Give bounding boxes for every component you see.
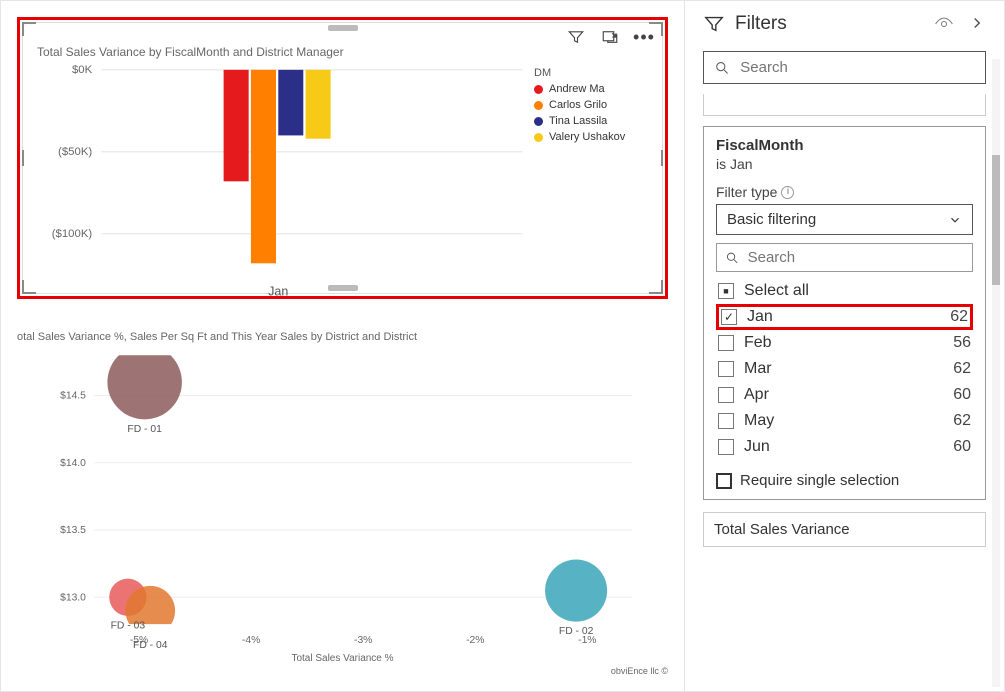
resize-handle[interactable] bbox=[661, 150, 663, 166]
legend-swatch bbox=[534, 101, 543, 110]
scatter-chart-visual[interactable]: otal Sales Variance %, Sales Per Sq Ft a… bbox=[17, 331, 668, 676]
filter-item-label: May bbox=[744, 412, 774, 430]
filter-item[interactable]: Jan 62 bbox=[716, 304, 973, 330]
checkbox-icon[interactable] bbox=[718, 335, 734, 351]
resize-handle[interactable] bbox=[328, 25, 358, 31]
resize-handle[interactable] bbox=[22, 150, 24, 166]
filter-item[interactable]: Mar 62 bbox=[716, 356, 973, 382]
search-icon bbox=[714, 59, 730, 77]
search-icon bbox=[725, 250, 740, 266]
filter-item-count: 62 bbox=[953, 412, 971, 430]
filter-item-count: 60 bbox=[953, 386, 971, 404]
checkbox-icon[interactable] bbox=[718, 413, 734, 429]
collapse-pane-icon[interactable] bbox=[968, 14, 986, 34]
svg-text:$0K: $0K bbox=[72, 64, 93, 76]
legend-item[interactable]: Carlos Grilo bbox=[534, 99, 652, 111]
checkbox-mixed-icon[interactable] bbox=[718, 283, 734, 299]
scatter-footer: obviEnce llc © bbox=[17, 666, 668, 676]
resize-handle[interactable] bbox=[649, 280, 663, 294]
visibility-icon[interactable] bbox=[934, 14, 954, 34]
filter-item[interactable]: Jun 60 bbox=[716, 434, 973, 460]
filter-item-select-all[interactable]: Select all bbox=[716, 278, 973, 304]
filter-card-total-sales-variance[interactable]: Total Sales Variance bbox=[703, 512, 986, 547]
svg-text:($100K): ($100K) bbox=[52, 228, 93, 240]
legend-label: Carlos Grilo bbox=[549, 99, 607, 111]
legend-label: Valery Ushakov bbox=[549, 131, 625, 143]
select-all-label: Select all bbox=[744, 282, 809, 300]
filter-card-search[interactable] bbox=[716, 243, 973, 272]
scatter-chart-plot: $13.0$13.5$14.0$14.5-5%-4%-3%-2%-1%FD - … bbox=[17, 349, 668, 649]
filters-search[interactable] bbox=[703, 51, 986, 84]
filter-item-label: Mar bbox=[744, 360, 772, 378]
svg-text:Jan: Jan bbox=[268, 284, 288, 298]
filter-item-count: 62 bbox=[950, 308, 968, 326]
filter-item[interactable]: May 62 bbox=[716, 408, 973, 434]
filter-item-label: Apr bbox=[744, 386, 769, 404]
chart-title: Total Sales Variance by FiscalMonth and … bbox=[37, 45, 652, 59]
svg-text:-4%: -4% bbox=[242, 635, 260, 646]
bar-chart-plot: $0K ($50K) ($100K) Jan bbox=[33, 63, 534, 302]
legend-label: Tina Lassila bbox=[549, 115, 607, 127]
require-single-selection[interactable]: Require single selection bbox=[716, 472, 973, 489]
filter-card-title: FiscalMonth bbox=[716, 137, 973, 154]
filter-item-count: 56 bbox=[953, 334, 971, 352]
legend-item[interactable]: Andrew Ma bbox=[534, 83, 652, 95]
filter-item-label: Jan bbox=[747, 308, 773, 326]
bar-chart-visual[interactable]: ••• Total Sales Variance by FiscalMonth … bbox=[17, 17, 668, 299]
filter-card-summary: is Jan bbox=[716, 156, 973, 172]
filter-item-count: 60 bbox=[953, 438, 971, 456]
filter-card-fiscalmonth: FiscalMonth is Jan Filter type i Basic f… bbox=[703, 126, 986, 500]
resize-handle[interactable] bbox=[22, 22, 36, 36]
filter-item-label: Feb bbox=[744, 334, 772, 352]
svg-text:-3%: -3% bbox=[354, 635, 372, 646]
filter-item[interactable]: Apr 60 bbox=[716, 382, 973, 408]
checkbox-icon[interactable] bbox=[718, 387, 734, 403]
filter-type-select[interactable]: Basic filtering bbox=[716, 204, 973, 235]
scrollbar-track[interactable] bbox=[992, 59, 1000, 687]
filter-type-label: Filter type bbox=[716, 184, 777, 200]
scatter-title: otal Sales Variance %, Sales Per Sq Ft a… bbox=[17, 331, 668, 343]
svg-text:$14.0: $14.0 bbox=[60, 458, 86, 469]
scrollbar-thumb[interactable] bbox=[992, 155, 1000, 285]
svg-text:$13.5: $13.5 bbox=[60, 525, 86, 536]
filter-icon bbox=[703, 13, 725, 35]
legend-swatch bbox=[534, 117, 543, 126]
scatter-xlabel: Total Sales Variance % bbox=[17, 653, 668, 664]
svg-text:$14.5: $14.5 bbox=[60, 391, 86, 402]
svg-text:FD - 03: FD - 03 bbox=[111, 620, 146, 631]
svg-text:FD - 01: FD - 01 bbox=[127, 424, 162, 435]
svg-text:($50K): ($50K) bbox=[58, 146, 92, 158]
filter-card-collapsed[interactable] bbox=[703, 94, 986, 116]
legend-item[interactable]: Valery Ushakov bbox=[534, 131, 652, 143]
filter-card-title: Total Sales Variance bbox=[714, 521, 850, 538]
svg-text:FD - 04: FD - 04 bbox=[133, 640, 168, 649]
filter-item-count: 62 bbox=[953, 360, 971, 378]
chevron-down-icon bbox=[948, 213, 962, 227]
checkbox-icon[interactable] bbox=[718, 439, 734, 455]
more-options-icon[interactable]: ••• bbox=[632, 25, 656, 49]
filter-card-search-input[interactable] bbox=[746, 248, 964, 267]
filters-pane-title: Filters bbox=[735, 13, 787, 35]
info-icon[interactable]: i bbox=[781, 186, 794, 199]
legend-title: DM bbox=[534, 67, 652, 79]
filter-type-value: Basic filtering bbox=[727, 211, 816, 228]
checkbox-icon[interactable] bbox=[716, 473, 732, 489]
filter-item-label: Jun bbox=[744, 438, 770, 456]
svg-text:-2%: -2% bbox=[466, 635, 484, 646]
filter-item[interactable]: Feb 56 bbox=[716, 330, 973, 356]
legend-label: Andrew Ma bbox=[549, 83, 605, 95]
filters-search-input[interactable] bbox=[738, 58, 975, 77]
focus-mode-icon[interactable] bbox=[598, 25, 622, 49]
svg-text:FD - 02: FD - 02 bbox=[559, 626, 594, 637]
checkbox-icon[interactable] bbox=[718, 361, 734, 377]
legend-swatch bbox=[534, 133, 543, 142]
legend-item[interactable]: Tina Lassila bbox=[534, 115, 652, 127]
filter-icon[interactable] bbox=[564, 25, 588, 49]
checkbox-icon[interactable] bbox=[721, 309, 737, 325]
legend-swatch bbox=[534, 85, 543, 94]
svg-text:$13.0: $13.0 bbox=[60, 592, 86, 603]
require-label: Require single selection bbox=[740, 472, 899, 489]
